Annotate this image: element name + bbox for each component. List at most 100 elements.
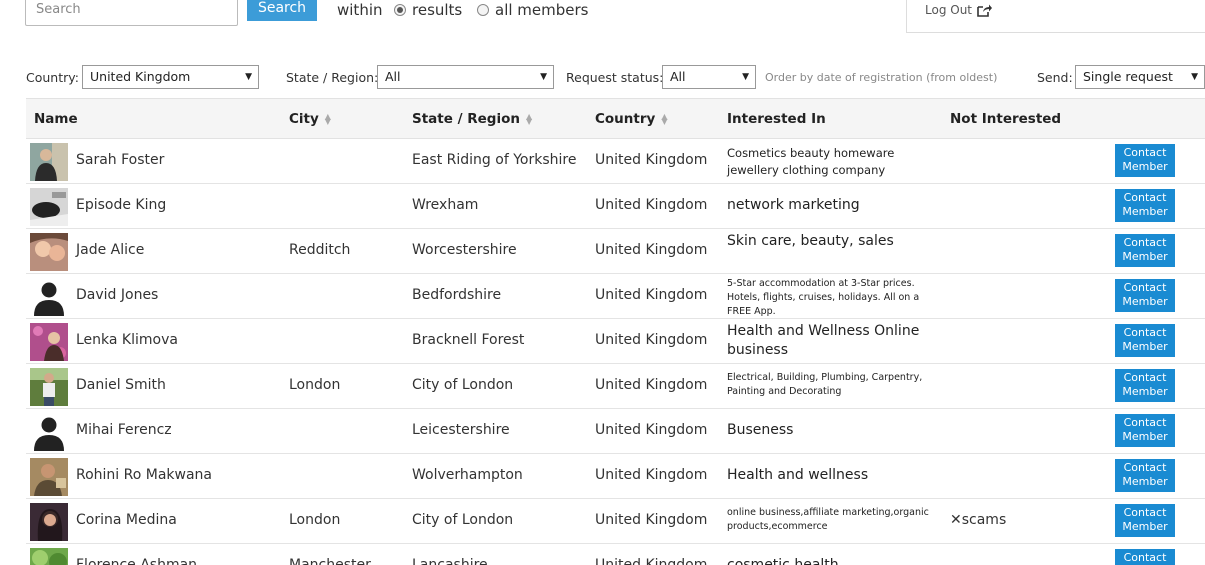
dropdown-arrow-icon: ▼: [1191, 72, 1198, 82]
member-interests: Health and Wellness Online business: [727, 323, 920, 358]
sort-icon[interactable]: ▲ ▼: [325, 113, 331, 126]
member-country: United Kingdom: [595, 197, 708, 213]
contact-member-button[interactable]: ContactMember: [1115, 279, 1175, 312]
send-select-value: Single request: [1083, 69, 1173, 84]
member-country: United Kingdom: [595, 242, 708, 258]
dropdown-arrow-icon: ▼: [245, 72, 252, 82]
member-name[interactable]: Episode King: [76, 197, 166, 213]
member-country: United Kingdom: [595, 377, 708, 393]
contact-member-button[interactable]: ContactMember: [1115, 414, 1175, 447]
table-header: Name City ▲ ▼ State / Region ▲ ▼ Country ▲ ▼ I…: [26, 98, 1205, 139]
member-interests: 5-Star accommodation at 3-Star prices. H…: [727, 278, 920, 317]
member-state: Bedfordshire: [412, 287, 502, 303]
member-country: United Kingdom: [595, 332, 708, 348]
radio-all-members-label: all members: [495, 1, 589, 19]
avatar[interactable]: [30, 323, 68, 361]
sort-icon[interactable]: ▲ ▼: [661, 113, 667, 126]
table-row: Sarah Foster East Riding of Yorkshire Unit…: [26, 139, 1205, 184]
member-state: City of London: [412, 377, 514, 393]
contact-member-button[interactable]: ContactMember: [1115, 369, 1175, 402]
logout-icon: [977, 4, 993, 17]
dropdown-arrow-icon: ▼: [540, 72, 547, 82]
member-interests: cosmetic health: [727, 557, 839, 565]
member-country: United Kingdom: [595, 467, 708, 483]
table-row: Jade Alice Redditch Worcestershire United K…: [26, 229, 1205, 274]
avatar[interactable]: [30, 548, 68, 565]
member-city: Redditch: [289, 242, 351, 258]
table-row: Corina Medina London City of London United …: [26, 499, 1205, 544]
member-country: United Kingdom: [595, 557, 708, 565]
country-filter-label: Country:: [26, 70, 79, 85]
column-state[interactable]: State / Region ▲ ▼: [412, 111, 532, 127]
member-name[interactable]: Florence Ashman: [76, 557, 197, 565]
table-row: Lenka Klimova Bracknell Forest United King…: [26, 319, 1205, 364]
contact-member-button[interactable]: ContactMember: [1115, 189, 1175, 222]
member-state: Lancashire: [412, 557, 488, 565]
avatar[interactable]: [30, 188, 68, 226]
member-interests: network marketing: [727, 197, 860, 213]
avatar[interactable]: [30, 278, 68, 316]
member-name[interactable]: Sarah Foster: [76, 152, 164, 168]
member-interests: online business,affiliate marketing,orga…: [727, 507, 929, 532]
account-box: Log Out: [906, 0, 1205, 33]
member-interests: Skin care, beauty, sales: [727, 233, 894, 249]
contact-member-button[interactable]: ContactMember: [1115, 324, 1175, 357]
avatar[interactable]: [30, 503, 68, 541]
send-filter-label: Send:: [1037, 70, 1073, 85]
radio-all-members-control[interactable]: [477, 4, 489, 16]
contact-member-button[interactable]: ContactMember: [1115, 144, 1175, 177]
search-button[interactable]: Search: [247, 0, 317, 21]
column-country[interactable]: Country ▲ ▼: [595, 111, 667, 127]
table-row: Daniel Smith London City of London United K…: [26, 364, 1205, 409]
column-interested: Interested In: [727, 111, 826, 127]
member-state: Leicestershire: [412, 422, 510, 438]
member-not-interested: ✕scams: [950, 512, 1007, 528]
member-interests: Cosmetics beauty homeware jewellery clot…: [727, 146, 895, 177]
avatar[interactable]: [30, 233, 68, 271]
member-name[interactable]: Rohini Ro Makwana: [76, 467, 212, 483]
member-name[interactable]: David Jones: [76, 287, 158, 303]
status-filter-label: Request status:: [566, 70, 664, 85]
contact-member-button[interactable]: ContactMember: [1115, 234, 1175, 267]
contact-member-button[interactable]: ContactMember: [1115, 549, 1175, 565]
contact-member-button[interactable]: ContactMember: [1115, 504, 1175, 537]
contact-member-button[interactable]: ContactMember: [1115, 459, 1175, 492]
send-select[interactable]: Single request ▼: [1075, 65, 1205, 89]
table-row: Rohini Ro Makwana Wolverhampton United Kin…: [26, 454, 1205, 499]
status-select[interactable]: All ▼: [662, 65, 756, 89]
order-note: Order by date of registration (from olde…: [765, 71, 998, 84]
status-select-value: All: [670, 69, 686, 84]
member-city: London: [289, 512, 341, 528]
avatar[interactable]: [30, 143, 68, 181]
member-state: City of London: [412, 512, 514, 528]
member-state: Bracknell Forest: [412, 332, 525, 348]
member-name[interactable]: Daniel Smith: [76, 377, 166, 393]
column-name: Name: [34, 111, 78, 127]
avatar[interactable]: [30, 458, 68, 496]
member-interests: Health and wellness: [727, 467, 869, 483]
member-interests: Buseness: [727, 422, 794, 438]
member-country: United Kingdom: [595, 287, 708, 303]
country-select[interactable]: United Kingdom ▼: [82, 65, 259, 89]
member-name[interactable]: Lenka Klimova: [76, 332, 178, 348]
member-name[interactable]: Mihai Ferencz: [76, 422, 172, 438]
member-state: Worcestershire: [412, 242, 517, 258]
member-name[interactable]: Jade Alice: [76, 242, 144, 258]
state-select-value: All: [385, 69, 401, 84]
member-country: United Kingdom: [595, 152, 708, 168]
member-city: Manchester: [289, 557, 371, 565]
radio-results-label: results: [412, 1, 463, 19]
radio-results[interactable]: results: [394, 1, 462, 19]
sort-icon[interactable]: ▲ ▼: [526, 113, 532, 126]
member-state: East Riding of Yorkshire: [412, 152, 577, 168]
avatar[interactable]: [30, 413, 68, 451]
logout-link[interactable]: Log Out: [925, 3, 993, 17]
column-city[interactable]: City ▲ ▼: [289, 111, 331, 127]
member-name[interactable]: Corina Medina: [76, 512, 177, 528]
radio-all-members[interactable]: all members: [477, 1, 588, 19]
search-input[interactable]: Search: [25, 0, 238, 26]
logout-label: Log Out: [925, 3, 973, 17]
radio-results-control[interactable]: [394, 4, 406, 16]
avatar[interactable]: [30, 368, 68, 406]
state-select[interactable]: All ▼: [377, 65, 554, 89]
